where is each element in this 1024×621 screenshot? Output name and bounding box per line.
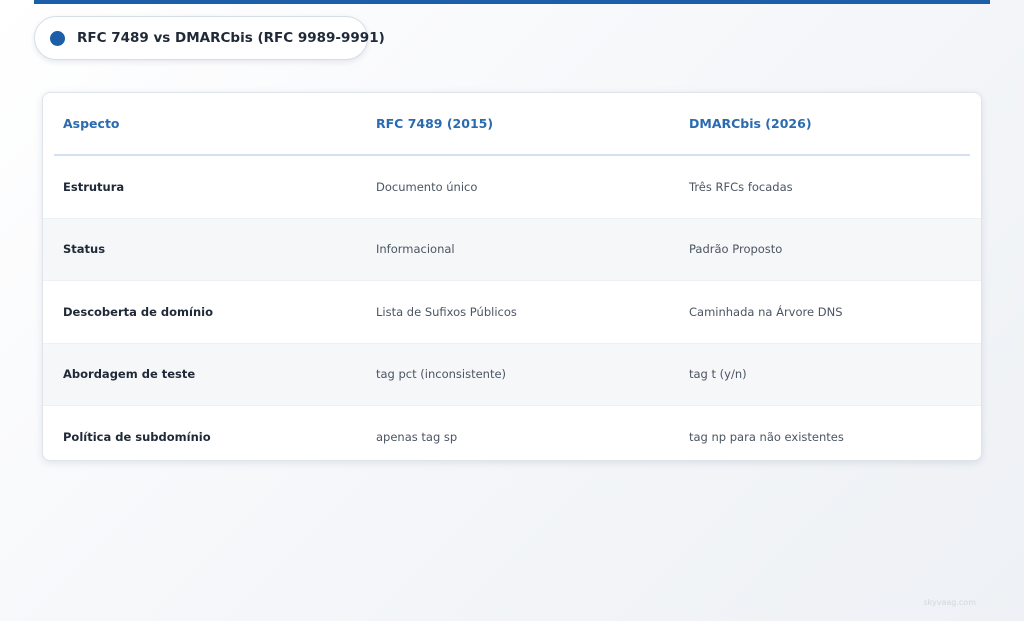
header-aspect: Aspecto	[63, 116, 120, 131]
row-rfc7489-cell: tag pct (inconsistente)	[376, 367, 507, 382]
table-row: Política de subdomínio apenas tag sp tag…	[43, 406, 981, 460]
row-dmarcbis-cell: Caminhada na Árvore DNS	[689, 304, 843, 319]
header-dmarcbis: DMARCbis (2026)	[689, 116, 812, 131]
table-header-row: Aspecto RFC 7489 (2015) DMARCbis (2026)	[54, 93, 970, 156]
title-badge: RFC 7489 vs DMARCbis (RFC 9989-9991)	[34, 16, 385, 60]
row-aspect-cell: Status	[63, 242, 106, 257]
row-dmarcbis-cell: tag np para não existentes	[689, 429, 844, 444]
watermark: skyvaag.com	[923, 598, 977, 607]
table-row: Abordagem de teste tag pct (inconsistent…	[43, 343, 981, 406]
comparison-table: Aspecto RFC 7489 (2015) DMARCbis (2026) …	[42, 92, 982, 461]
table-row: Estrutura Documento único Três RFCs foca…	[43, 156, 981, 219]
table-row: Descoberta de domínio Lista de Sufixos P…	[43, 281, 981, 344]
row-dmarcbis-cell: tag t (y/n)	[689, 367, 747, 382]
row-rfc7489-cell: Lista de Sufixos Públicos	[376, 304, 517, 319]
row-rfc7489-cell: apenas tag sp	[376, 429, 458, 444]
row-aspect-cell: Política de subdomínio	[63, 429, 211, 444]
row-aspect-cell: Estrutura	[63, 179, 125, 194]
top-accent-bar	[34, 0, 990, 4]
row-aspect-cell: Descoberta de domínio	[63, 304, 213, 319]
row-dmarcbis-cell: Três RFCs focadas	[689, 179, 793, 194]
row-rfc7489-cell: Documento único	[376, 179, 478, 194]
page-title: RFC 7489 vs DMARCbis (RFC 9989-9991)	[77, 30, 385, 46]
title-dot-icon	[50, 30, 65, 46]
row-aspect-cell: Abordagem de teste	[63, 367, 196, 382]
row-rfc7489-cell: Informacional	[376, 242, 455, 257]
table-row: Status Informacional Padrão Proposto	[43, 218, 981, 281]
row-dmarcbis-cell: Padrão Proposto	[689, 242, 783, 257]
header-rfc7489: RFC 7489 (2015)	[376, 116, 494, 131]
